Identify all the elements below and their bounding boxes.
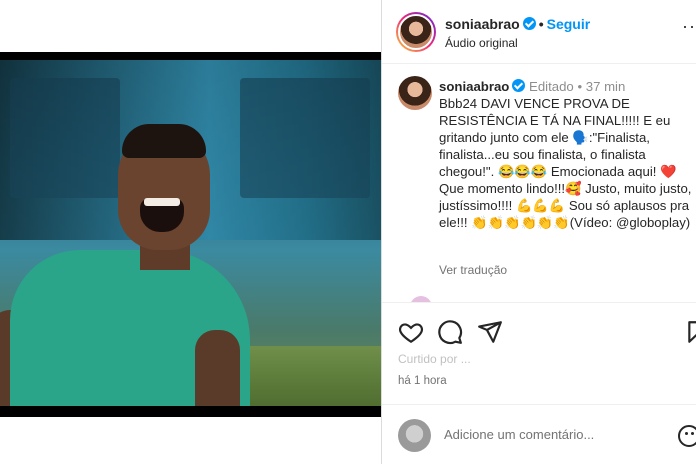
caption-time: 37 min	[585, 79, 626, 94]
video-frame	[0, 60, 381, 406]
edited-label: Editado	[529, 79, 574, 94]
caption-body: soniaabrao Editado • 37 min Bbb24 DAVI V…	[439, 78, 696, 231]
paper-plane-icon[interactable]	[477, 319, 503, 345]
comment-bar	[382, 404, 696, 464]
caption-username[interactable]: soniaabrao	[439, 79, 509, 94]
hair	[122, 124, 206, 158]
header-user-line: soniaabrao • Seguir	[445, 16, 590, 32]
verified-badge-icon	[522, 17, 536, 30]
caption-avatar[interactable]	[398, 76, 432, 110]
right-arm	[195, 330, 240, 406]
liked-by-text[interactable]: Curtido por ...	[398, 352, 688, 366]
more-options-icon[interactable]: ···	[682, 16, 696, 37]
avatar-photo	[398, 14, 434, 50]
comment-input[interactable]	[444, 427, 664, 442]
bookmark-icon[interactable]	[685, 319, 696, 345]
heart-icon[interactable]	[398, 319, 424, 345]
author-username[interactable]: soniaabrao	[445, 16, 520, 32]
cheering-man	[0, 120, 260, 406]
action-bar	[382, 302, 696, 358]
follow-button[interactable]: Seguir	[547, 16, 591, 32]
smiley-icon[interactable]	[678, 425, 696, 447]
separator-dot: •	[538, 16, 544, 32]
verified-badge-icon	[512, 79, 526, 92]
post-sidebar: soniaabrao•Seguir Áudio original ··· son…	[381, 0, 696, 464]
media-pane	[0, 0, 381, 464]
post-time[interactable]: há 1 hora	[398, 375, 447, 387]
viewer-avatar	[398, 419, 431, 452]
author-avatar[interactable]	[396, 12, 436, 52]
post-video[interactable]	[0, 52, 381, 417]
audio-label[interactable]: Áudio original	[445, 36, 518, 50]
separator-dot: •	[577, 79, 583, 94]
comment-bubble-icon[interactable]	[437, 319, 463, 345]
post-header: soniaabrao •Seguir Áudio original ···	[382, 0, 696, 64]
teeth	[144, 198, 180, 206]
caption-section: soniaabrao Editado • 37 min Bbb24 DAVI V…	[382, 64, 696, 302]
see-translation-link[interactable]: Ver tradução	[439, 263, 507, 277]
caption-text: Bbb24 DAVI VENCE PROVA DE RESISTÊNCIA E …	[439, 96, 696, 230]
